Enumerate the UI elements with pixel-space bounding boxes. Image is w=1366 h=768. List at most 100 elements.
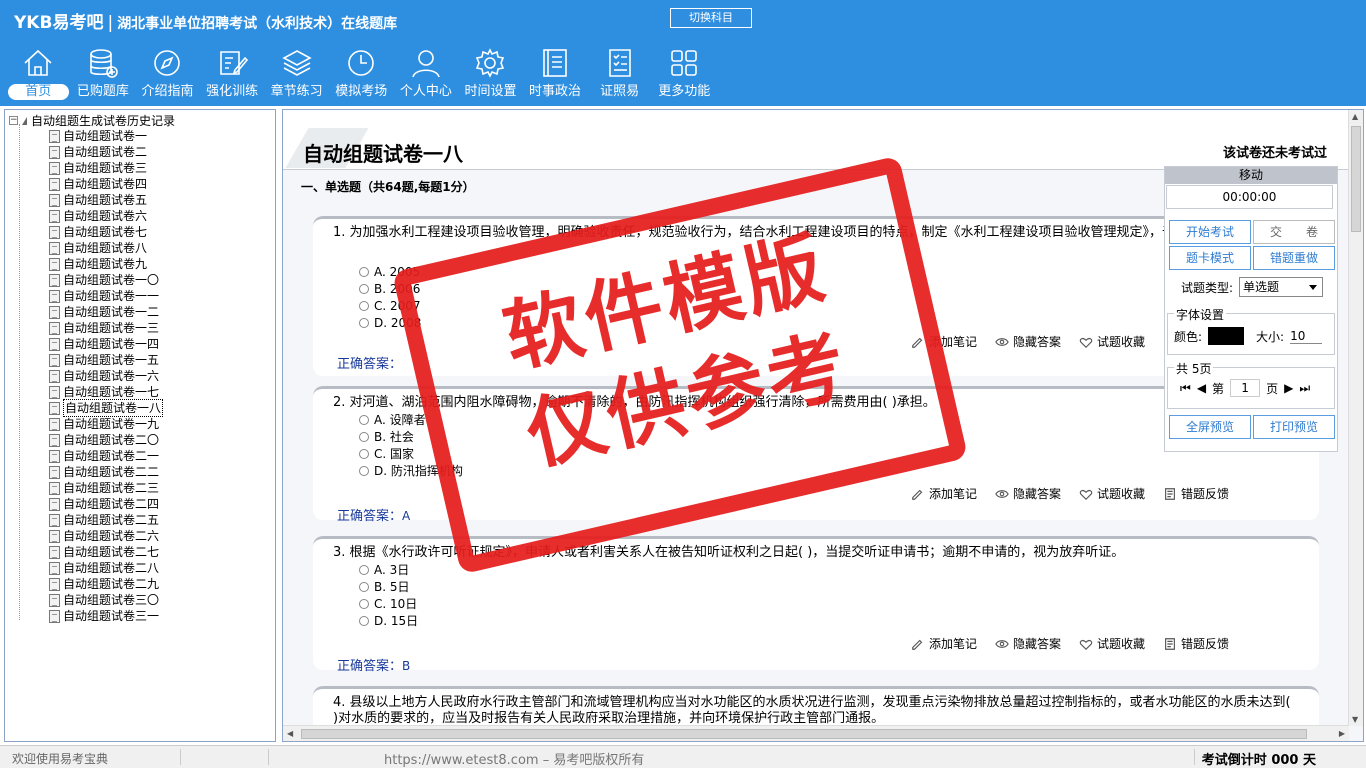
tree-item[interactable]: 自动组题试卷一三 [49,320,163,336]
vertical-scrollbar[interactable]: ▲ ▼ [1348,110,1363,726]
nav-certificate[interactable]: 证照易 [587,46,652,102]
tree-item[interactable]: 自动组题试卷二八 [49,560,163,576]
tree-item[interactable]: 自动组题试卷一七 [49,384,163,400]
horizontal-scrollbar[interactable]: ◀ ▶ [283,725,1349,741]
option-radio[interactable] [359,564,369,575]
tree-item[interactable]: 自动组题试卷二四 [49,496,163,512]
first-page-icon[interactable]: ⏮ [1180,381,1191,396]
tree-item-label: 自动组题试卷五 [63,193,148,207]
fullscreen-preview-button[interactable]: 全屏预览 [1169,415,1251,439]
tree-item[interactable]: 自动组题试卷一五 [49,352,163,368]
hide-answer-button[interactable]: 隐藏答案 [995,485,1061,502]
redo-wrong-button[interactable]: 错题重做 [1253,246,1335,270]
favorite-button[interactable]: 试题收藏 [1079,485,1145,502]
tree-item[interactable]: 自动组题试卷一二 [49,304,163,320]
option-radio[interactable] [359,615,369,626]
tree-item[interactable]: 自动组题试卷二五 [49,512,163,528]
tree-item[interactable]: 自动组题试卷六 [49,208,163,224]
nav-personal[interactable]: 个人中心 [394,46,459,102]
tree-item[interactable]: 自动组题试卷二〇 [49,432,163,448]
tree-item[interactable]: 自动组题试卷一八 [49,399,164,417]
nav-training[interactable]: 强化训练 [200,46,265,102]
nav-mock-exam[interactable]: 模拟考场 [329,46,394,102]
answer-option[interactable]: C. 国家 [359,445,414,462]
vertical-scroll-thumb[interactable] [1351,126,1361,232]
scroll-up-icon[interactable]: ▲ [1352,112,1358,121]
tree-item[interactable]: 自动组题试卷七 [49,224,163,240]
option-radio[interactable] [359,465,369,476]
answer-option[interactable]: D. 15日 [359,612,418,629]
tree-item[interactable]: 自动组题试卷一四 [49,336,163,352]
tree-item[interactable]: 自动组题试卷二九 [49,576,163,592]
favorite-button[interactable]: 试题收藏 [1079,333,1145,350]
hide-answer-button[interactable]: 隐藏答案 [995,635,1061,652]
submit-paper-button[interactable]: 交 卷 [1253,220,1335,244]
tree-item[interactable]: 自动组题试卷五 [49,192,163,208]
hide-answer-button[interactable]: 隐藏答案 [995,333,1061,350]
answer-option[interactable]: B. 社会 [359,428,414,445]
nav-home[interactable]: 首页 [6,46,71,102]
tree-item[interactable]: 自动组题试卷二二 [49,464,163,480]
answer-option[interactable]: A. 3日 [359,561,409,578]
last-page-icon[interactable]: ⏭ [1299,381,1310,396]
nav-purchased[interactable]: 已购题库 [71,46,136,102]
tree-item[interactable]: 自动组题试卷九 [49,256,163,272]
scroll-left-icon[interactable]: ◀ [287,729,293,738]
nav-more[interactable]: 更多功能 [652,46,717,102]
option-radio[interactable] [359,598,369,609]
add-note-button[interactable]: 添加笔记 [911,485,977,502]
add-note-button[interactable]: 添加笔记 [911,635,977,652]
tree-item[interactable]: 自动组题试卷二一 [49,448,163,464]
start-exam-button[interactable]: 开始考试 [1169,220,1251,244]
option-radio[interactable] [359,448,369,459]
panel-move-handle[interactable]: 移动 [1165,167,1337,184]
option-radio[interactable] [359,581,369,592]
tree-item[interactable]: 自动组题试卷一一 [49,288,163,304]
tree-item[interactable]: 自动组题试卷一六 [49,368,163,384]
nav-guide[interactable]: 介绍指南 [135,46,200,102]
tree-item[interactable]: 自动组题试卷一 [49,128,163,144]
tree-item[interactable]: 自动组题试卷四 [49,176,163,192]
favorite-button[interactable]: 试题收藏 [1079,635,1145,652]
tree-item[interactable]: 自动组题试卷一九 [49,416,163,432]
scroll-right-icon[interactable]: ▶ [1339,729,1345,738]
font-size-input[interactable]: 10 [1290,329,1323,344]
horizontal-scroll-thumb[interactable] [301,729,1307,739]
nav-chapter[interactable]: 章节练习 [264,46,329,102]
error-feedback-button[interactable]: 错题反馈 [1163,635,1229,652]
tree-item[interactable]: 自动组题试卷二七 [49,544,163,560]
tree-item[interactable]: 自动组题试卷八 [49,240,163,256]
card-mode-button[interactable]: 题卡模式 [1169,246,1251,270]
answer-option[interactable]: B. 5日 [359,578,410,595]
nav-time-settings[interactable]: 时间设置 [458,46,523,102]
option-radio[interactable] [359,431,369,442]
switch-subject-button[interactable]: 切换科目 [670,8,752,28]
nav-politics[interactable]: 时事政治 [523,46,588,102]
option-radio[interactable] [359,267,369,277]
next-page-icon[interactable]: ▶ [1284,381,1293,395]
option-radio[interactable] [359,284,369,294]
page-number-input[interactable]: 1 [1230,379,1261,397]
prev-page-icon[interactable]: ◀ [1197,381,1206,395]
error-feedback-button[interactable]: 错题反馈 [1163,485,1229,502]
tree-item[interactable]: 自动组题试卷一〇 [49,272,163,288]
tree-item[interactable]: 自动组题试卷二 [49,144,163,160]
tree-item[interactable]: 自动组题试卷二三 [49,480,163,496]
option-radio[interactable] [359,301,369,311]
tree-item[interactable]: 自动组题试卷二六 [49,528,163,544]
tree-item[interactable]: 自动组题试卷三一 [49,608,163,624]
question-type-select[interactable]: 单选题 [1239,277,1324,297]
action-label: 试题收藏 [1096,637,1145,651]
tree-item[interactable]: 自动组题试卷三〇 [49,592,163,608]
answer-option[interactable]: A. 设障者 [359,411,426,428]
answer-option[interactable]: C. 10日 [359,595,417,612]
option-radio[interactable] [359,318,369,328]
scroll-down-icon[interactable]: ▼ [1352,715,1358,724]
print-preview-button[interactable]: 打印预览 [1253,415,1335,439]
tree-item-label: 自动组题试卷二九 [63,577,160,591]
option-radio[interactable] [359,414,369,425]
tree-root[interactable]: − 自动组题生成试卷历史记录 [9,112,175,129]
collapse-icon[interactable]: − [9,116,18,125]
font-color-swatch[interactable] [1208,327,1245,345]
tree-item[interactable]: 自动组题试卷三 [49,160,163,176]
